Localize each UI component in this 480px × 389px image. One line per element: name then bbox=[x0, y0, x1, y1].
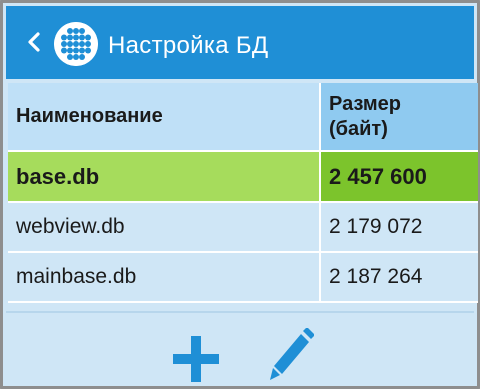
db-table: Наименование Размер (байт) base.db 2 457… bbox=[8, 83, 478, 303]
app-header: Настройка БД bbox=[6, 6, 474, 79]
column-header-size[interactable]: Размер (байт) bbox=[319, 83, 478, 150]
db-size-cell: 2 457 600 bbox=[319, 152, 478, 201]
column-header-name[interactable]: Наименование bbox=[8, 83, 319, 150]
table-header-row: Наименование Размер (байт) bbox=[8, 83, 478, 150]
page-title: Настройка БД bbox=[108, 32, 269, 59]
table-row[interactable]: webview.db 2 179 072 bbox=[8, 203, 478, 253]
pencil-icon[interactable] bbox=[268, 328, 314, 386]
table-row[interactable]: mainbase.db 2 187 264 bbox=[8, 253, 478, 303]
plus-icon[interactable] bbox=[171, 334, 221, 384]
bottom-toolbar bbox=[6, 313, 474, 383]
db-name-cell: base.db bbox=[8, 152, 319, 201]
app-window: Настройка БД Наименование Размер (байт) … bbox=[0, 0, 480, 389]
db-name-cell: mainbase.db bbox=[8, 253, 319, 301]
back-icon[interactable] bbox=[23, 30, 47, 54]
table-row[interactable]: base.db 2 457 600 bbox=[8, 150, 478, 203]
db-size-cell: 2 179 072 bbox=[319, 203, 478, 251]
app-logo-icon bbox=[54, 22, 98, 66]
column-header-size-label: Размер (байт) bbox=[329, 92, 402, 140]
db-size-cell: 2 187 264 bbox=[319, 253, 478, 301]
db-name-cell: webview.db bbox=[8, 203, 319, 251]
